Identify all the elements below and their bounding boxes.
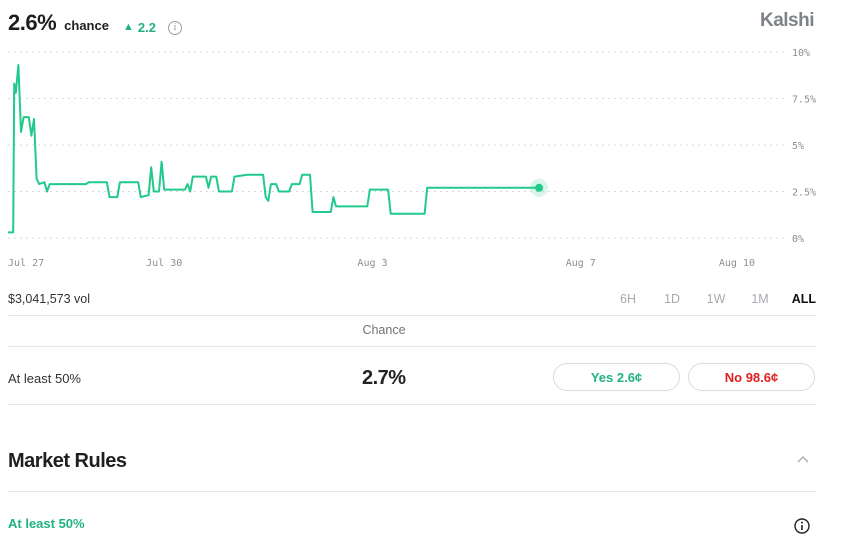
buy-no-button[interactable]: No 98.6¢: [688, 363, 815, 391]
chance-line: [8, 64, 540, 234]
up-arrow-icon: ▲: [122, 21, 134, 33]
range-6h[interactable]: 6H: [606, 292, 650, 306]
chart-grid: [8, 51, 785, 239]
market-rules-title: Market Rules: [8, 450, 127, 472]
chevron-up-icon[interactable]: [796, 452, 810, 466]
x-tick-label: Jul 30: [146, 258, 182, 269]
outcome-name: At least 50%: [8, 370, 81, 386]
x-tick-label: Jul 27: [8, 258, 44, 269]
y-tick-label: 7.5%: [792, 95, 816, 106]
x-tick-label: Aug 3: [357, 258, 387, 269]
market-header: 2.6% chance ▲ 2.2 i: [8, 10, 182, 36]
x-tick-label: Aug 10: [719, 258, 755, 269]
info-circle-icon[interactable]: i: [167, 21, 182, 35]
divider: [8, 346, 816, 347]
y-tick-label: 2.5%: [792, 188, 816, 199]
y-tick-label: 0%: [792, 234, 804, 245]
info-circle-icon[interactable]: [794, 518, 810, 534]
divider: [8, 491, 816, 492]
current-point[interactable]: [535, 183, 544, 192]
chance-value: 2.6%: [8, 10, 57, 35]
divider: [8, 404, 816, 405]
outcome-chance: 2.7%: [362, 366, 406, 389]
rule-item-label[interactable]: At least 50%: [8, 516, 85, 531]
buy-yes-button[interactable]: Yes 2.6¢: [553, 363, 680, 391]
volume-text: $3,041,573 vol: [8, 292, 91, 306]
range-all[interactable]: ALL: [782, 292, 816, 306]
chance-label: chance: [64, 18, 109, 33]
range-1w[interactable]: 1W: [694, 292, 738, 306]
delta-value: 2.2: [137, 19, 156, 35]
y-tick-label: 5%: [792, 141, 804, 152]
x-axis: Jul 27 Jul 30 Aug 3 Aug 7 Aug 10: [8, 258, 755, 269]
chance-column-header: Chance: [362, 323, 406, 337]
x-tick-label: Aug 7: [566, 258, 596, 269]
brand-logo: Kalshi: [759, 10, 815, 31]
range-selector: 6H 1D 1W 1M ALL: [606, 292, 816, 306]
y-axis: 10% 7.5% 5% 2.5% 0%: [792, 48, 816, 245]
range-1m[interactable]: 1M: [738, 292, 782, 306]
range-1d[interactable]: 1D: [650, 292, 694, 306]
divider: [8, 315, 816, 316]
price-chart[interactable]: 10% 7.5% 5% 2.5% 0% Jul 27 Jul 30 Aug 3 Aug 7 Au…: [0, 40, 850, 275]
volume-row: $3,041,573 vol 6H 1D 1W 1M ALL: [8, 290, 816, 308]
chance-delta: ▲ 2.2: [123, 20, 156, 35]
y-tick-label: 10%: [792, 48, 810, 59]
outcome-row: At least 50% 2.7% Yes 2.6¢ No 98.6¢: [8, 360, 816, 396]
